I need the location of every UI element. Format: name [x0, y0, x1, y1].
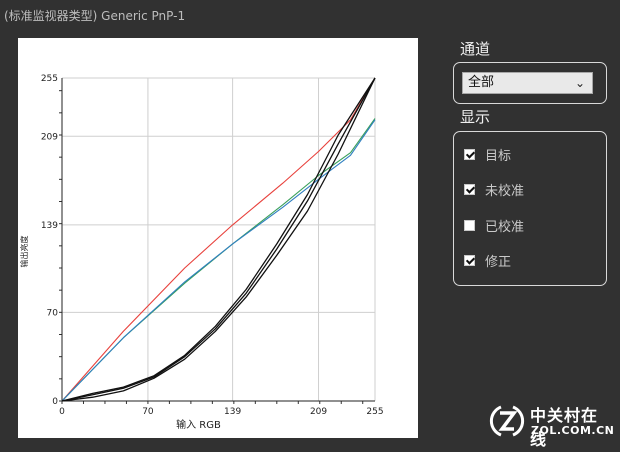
channel-select[interactable]: 全部 ⌄ [462, 72, 593, 94]
y-tick-label: 255 [41, 74, 58, 84]
x-tick-label: 209 [310, 407, 327, 417]
checkbox-box[interactable] [464, 219, 475, 231]
checkbox-uncalibrated[interactable]: 未校准 [464, 180, 525, 199]
checkbox-box[interactable] [464, 148, 475, 160]
x-tick-label: 139 [224, 407, 241, 417]
chart-svg: 0 70 139 209 255 0 70 139 209 255 输入 RGB 输出亮度 [19, 74, 384, 431]
checkbox-label: 已校准 [485, 219, 525, 235]
y-axis-label: 输出亮度 [19, 236, 29, 268]
y-tick-label: 70 [47, 308, 59, 318]
checkbox-target[interactable]: 目标 [464, 145, 512, 164]
window-title: (标准监视器类型) Generic PnP-1 [4, 9, 186, 23]
chevron-down-icon: ⌄ [574, 76, 585, 90]
zol-watermark: 中关村在线 ZOL.COM.CN [488, 400, 614, 449]
checkbox-label: 目标 [485, 148, 512, 164]
gamma-curve-chart: 0 70 139 209 255 0 70 139 209 255 输入 RGB 输出亮度 [18, 38, 418, 438]
y-tick-label: 209 [41, 132, 58, 142]
zol-logo-icon [489, 405, 525, 437]
channel-group: 全部 ⌄ [453, 62, 607, 104]
checkbox-box[interactable] [464, 183, 475, 195]
x-tick-label: 255 [366, 407, 383, 417]
channel-label: 通道 [460, 40, 491, 58]
display-label: 显示 [460, 108, 491, 126]
x-tick-label: 70 [142, 407, 154, 417]
checkbox-correction[interactable]: 修正 [464, 251, 512, 270]
checkbox-box[interactable] [464, 254, 475, 266]
x-tick-label: 0 [59, 407, 65, 417]
display-group: 目标 未校准 已校准 修正 [453, 131, 607, 286]
series-line-1 [61, 118, 376, 402]
x-axis-label: 输入 RGB [176, 418, 221, 431]
checkbox-calibrated[interactable]: 已校准 [464, 216, 525, 235]
y-tick-label: 139 [41, 221, 58, 231]
y-tick-label: 0 [52, 397, 58, 407]
checkbox-label: 修正 [485, 254, 512, 270]
watermark-url: ZOL.COM.CN [531, 424, 615, 437]
channel-select-value: 全部 [468, 75, 495, 90]
checkbox-label: 未校准 [485, 183, 525, 199]
